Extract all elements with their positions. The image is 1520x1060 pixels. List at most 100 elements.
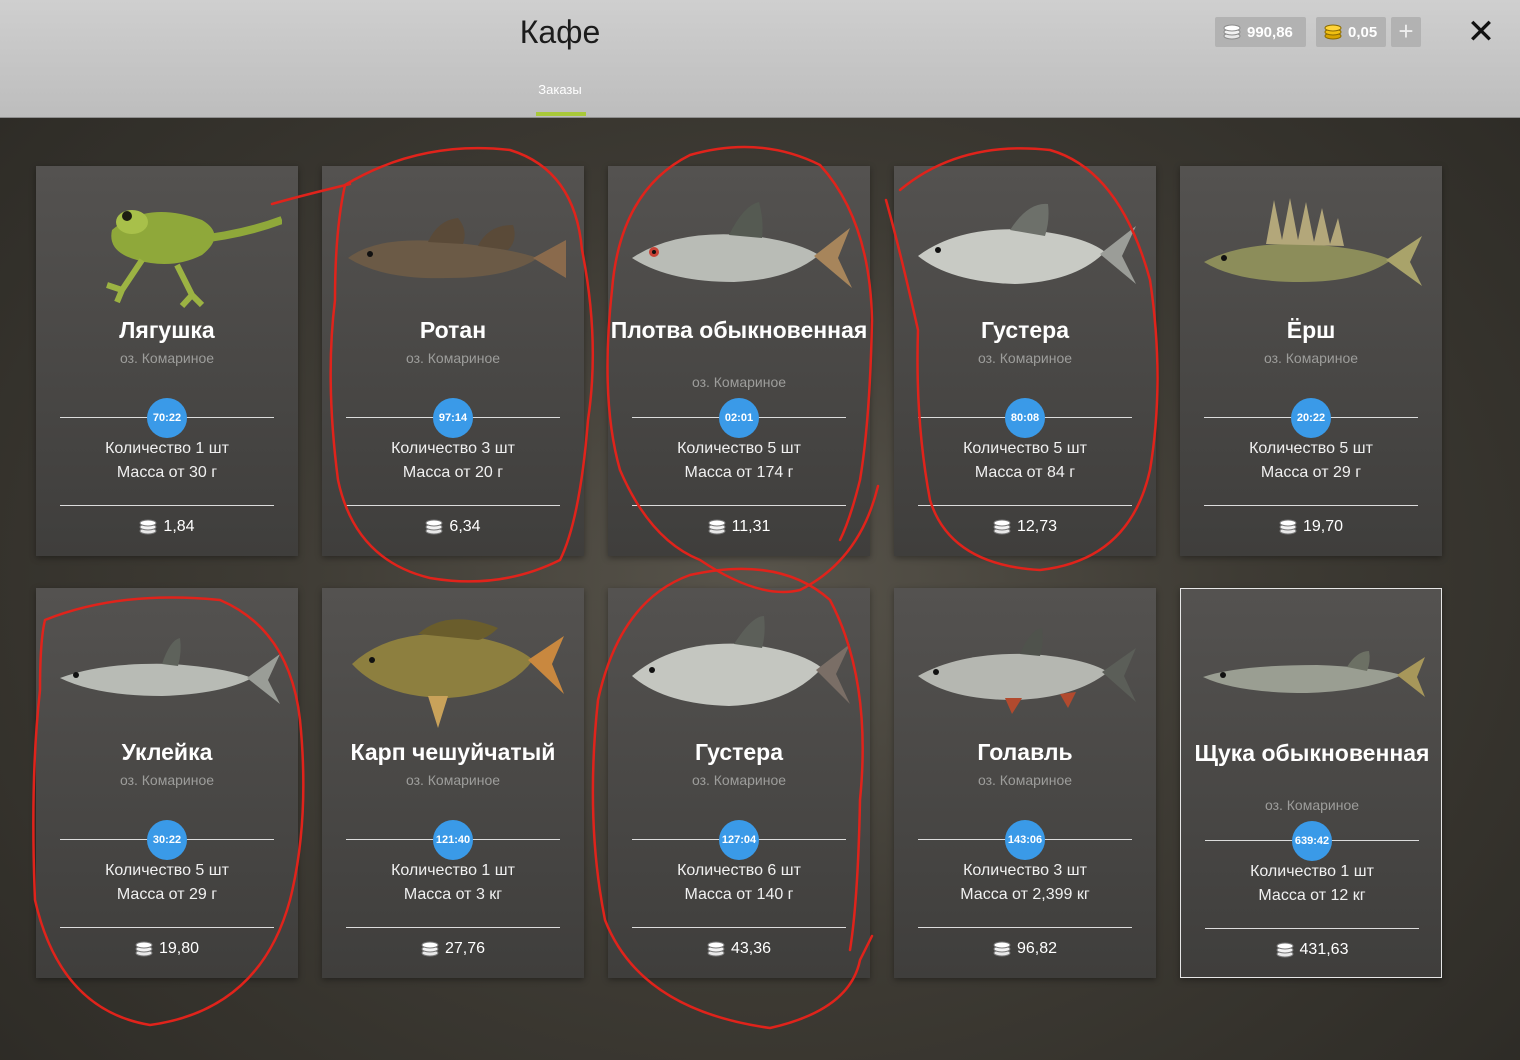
mass-label: Масса от 29 г: [116, 886, 218, 903]
order-card[interactable]: Лягушка оз. Комариное 70:22 Количество 1…: [36, 166, 298, 556]
order-card[interactable]: Плотва обыкновенная оз. Комариное 02:01 …: [608, 166, 870, 556]
price-value: 96,82: [1016, 940, 1058, 957]
divider: [918, 927, 1132, 928]
order-card[interactable]: Ротан оз. Комариное 97:14 Количество 3 ш…: [322, 166, 584, 556]
price-value: 19,70: [1302, 518, 1344, 535]
price-value: 6,34: [449, 518, 481, 535]
roach-fish-image: [632, 202, 852, 288]
coins-icon: [1279, 519, 1297, 535]
quantity-label: Количество 5 шт: [677, 440, 801, 457]
quantity-label: Количество 3 шт: [391, 440, 515, 457]
ruffe-fish-image: [1204, 198, 1422, 286]
price: 96,82: [894, 940, 1156, 958]
fish-name: Ёрш: [1286, 317, 1336, 343]
fish-name: Карп чешуйчатый: [350, 739, 556, 765]
price: 431,63: [1181, 941, 1443, 959]
fish-location: оз. Комариное: [405, 350, 501, 366]
coins-icon: [993, 941, 1011, 957]
quantity-label: Количество 5 шт: [1249, 440, 1373, 457]
fish-name: Лягушка: [119, 317, 215, 343]
timer-badge: 121:40: [433, 820, 473, 860]
timer-badge: 97:14: [433, 398, 473, 438]
price-value: 1,84: [163, 518, 195, 535]
coins-icon: [708, 519, 726, 535]
order-card[interactable]: Уклейка оз. Комариное 30:22 Количество 5…: [36, 588, 298, 978]
divider: [346, 927, 560, 928]
mass-label: Масса от 174 г: [684, 464, 794, 481]
gold-balance: 0,05: [1316, 17, 1386, 47]
coins-icon: [1276, 942, 1294, 958]
quantity-label: Количество 3 шт: [963, 862, 1087, 879]
fish-location: оз. Комариное: [119, 350, 215, 366]
quantity-label: Количество 5 шт: [105, 862, 229, 879]
price: 19,80: [36, 940, 298, 958]
fish-name: Голавль: [977, 739, 1073, 765]
price: 1,84: [36, 518, 298, 536]
close-icon[interactable]: ✕: [1462, 12, 1500, 52]
price-value: 12,73: [1016, 518, 1058, 535]
mass-label: Масса от 30 г: [116, 464, 218, 481]
order-card[interactable]: Голавль оз. Комариное 143:06 Количество …: [894, 588, 1156, 978]
timer-badge: 70:22: [147, 398, 187, 438]
timer-badge: 02:01: [719, 398, 759, 438]
chub-fish-image: [918, 628, 1136, 714]
order-card[interactable]: Ёрш оз. Комариное 20:22 Количество 5 шт …: [1180, 166, 1442, 556]
timer-badge: 639:42: [1292, 821, 1332, 861]
bream-fish-image: [918, 203, 1136, 284]
coins-icon: [421, 941, 439, 957]
coins-icon: [993, 519, 1011, 535]
price-value: 43,36: [730, 940, 772, 957]
timer-badge: 80:08: [1005, 398, 1045, 438]
silver-coins-icon: [1223, 24, 1241, 40]
coins-icon: [707, 941, 725, 957]
divider: [632, 505, 846, 506]
fish-location: оз. Комариное: [691, 374, 787, 390]
coins-icon: [139, 519, 157, 535]
price-value: 431,63: [1299, 941, 1349, 958]
mass-label: Масса от 140 г: [684, 886, 794, 903]
fish-name: Плотва обыкновенная: [610, 317, 868, 343]
rotan-fish-image: [348, 218, 566, 279]
order-card[interactable]: Карп чешуйчатый оз. Комариное 121:40 Кол…: [322, 588, 584, 978]
divider: [918, 505, 1132, 506]
pike-fish-image: [1203, 651, 1425, 697]
mass-label: Масса от 3 кг: [403, 886, 503, 903]
header-bar: Кафе Заказы 990,86 0,05 + ✕: [0, 0, 1520, 118]
price-value: 19,80: [158, 940, 200, 957]
fish-location: оз. Комариное: [1263, 350, 1359, 366]
timer-badge: 143:06: [1005, 820, 1045, 860]
order-card[interactable]: Густера оз. Комариное 127:04 Количество …: [608, 588, 870, 978]
coins-icon: [425, 519, 443, 535]
fish-location: оз. Комариное: [1264, 797, 1360, 813]
frog-image: [106, 210, 282, 309]
tab-orders[interactable]: Заказы: [520, 82, 600, 97]
mass-label: Масса от 29 г: [1260, 464, 1362, 481]
divider: [346, 505, 560, 506]
timer-badge: 127:04: [719, 820, 759, 860]
fish-location: оз. Комариное: [977, 772, 1073, 788]
fish-name: Густера: [694, 739, 784, 765]
quantity-label: Количество 1 шт: [391, 862, 515, 879]
page-title: Кафе: [519, 14, 601, 50]
fish-name: Густера: [980, 317, 1070, 343]
fish-location: оз. Комариное: [977, 350, 1073, 366]
price: 43,36: [608, 940, 870, 958]
price: 12,73: [894, 518, 1156, 536]
add-currency-button[interactable]: +: [1391, 17, 1421, 47]
silver-amount: 990,86: [1247, 23, 1293, 41]
gold-coins-icon: [1324, 24, 1342, 40]
price: 27,76: [322, 940, 584, 958]
divider: [1205, 928, 1419, 929]
fish-name: Щука обыкновенная: [1194, 740, 1430, 766]
mass-label: Масса от 12 кг: [1258, 887, 1366, 904]
fish-name: Уклейка: [121, 739, 213, 765]
order-card-selected[interactable]: Щука обыкновенная оз. Комариное 639:42 К…: [1180, 588, 1442, 978]
quantity-label: Количество 5 шт: [963, 440, 1087, 457]
coins-icon: [135, 941, 153, 957]
order-card[interactable]: Густера оз. Комариное 80:08 Количество 5…: [894, 166, 1156, 556]
quantity-label: Количество 1 шт: [105, 440, 229, 457]
tab-active-indicator: [536, 112, 586, 116]
fish-location: оз. Комариное: [691, 772, 787, 788]
fish-location: оз. Комариное: [119, 772, 215, 788]
divider: [60, 505, 274, 506]
